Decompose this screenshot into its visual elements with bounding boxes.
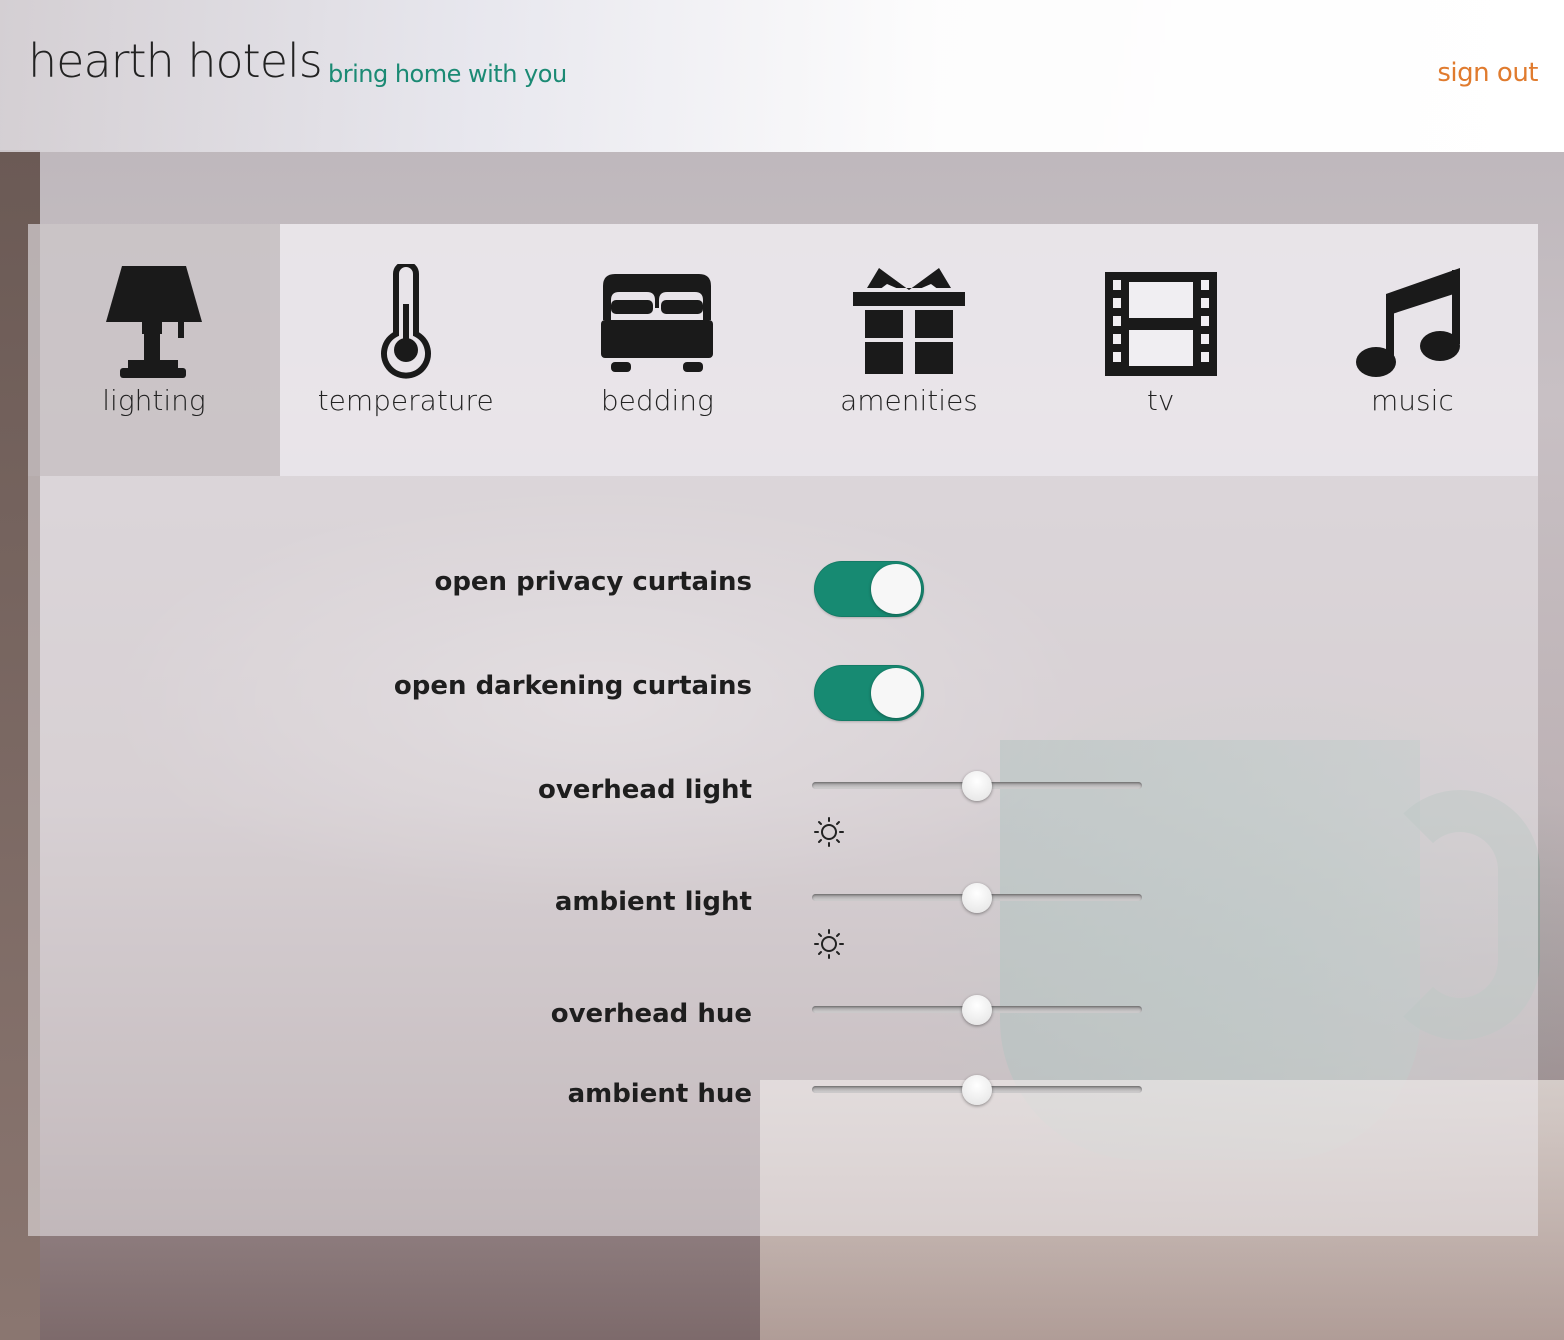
lamp-icon — [28, 264, 280, 382]
darkening-curtains-toggle[interactable] — [814, 665, 924, 721]
tab-label: music — [1370, 384, 1454, 417]
slider-thumb[interactable] — [962, 883, 992, 913]
tab-label: tv — [1146, 384, 1175, 417]
header: hearth hotels bring home with you sign o… — [0, 0, 1564, 152]
sun-icon — [814, 817, 844, 847]
bed-icon — [531, 264, 783, 382]
category-tabs: lighting temperature bedding amenities t… — [28, 224, 1539, 476]
overhead-light-slider[interactable] — [812, 771, 1142, 801]
tab-tv[interactable]: tv — [1034, 224, 1287, 476]
music-note-icon — [1286, 264, 1538, 382]
sun-icon — [814, 929, 844, 959]
tab-music[interactable]: music — [1286, 224, 1539, 476]
toggle-knob — [871, 564, 921, 614]
tab-label: amenities — [840, 384, 978, 417]
tab-label: bedding — [600, 384, 714, 417]
overhead-hue-slider[interactable] — [812, 995, 1142, 1025]
gift-icon — [783, 264, 1035, 382]
sign-out-link[interactable]: sign out — [1437, 58, 1538, 88]
darkening-curtains-label: open darkening curtains — [393, 671, 752, 701]
film-icon — [1035, 264, 1287, 382]
ambient-light-slider[interactable] — [812, 883, 1142, 913]
privacy-curtains-toggle[interactable] — [814, 561, 924, 617]
overhead-hue-label: overhead hue — [550, 999, 752, 1029]
brand-name: hearth hotels — [28, 34, 323, 88]
control-panel: lighting temperature bedding amenities t… — [28, 224, 1539, 1236]
toggle-knob — [871, 668, 921, 718]
brand-tagline: bring home with you — [328, 60, 567, 88]
tab-label: lighting — [102, 384, 206, 417]
tab-amenities[interactable]: amenities — [783, 224, 1035, 476]
tab-bedding[interactable]: bedding — [531, 224, 784, 476]
ambient-light-label: ambient light — [554, 887, 752, 917]
tab-temperature[interactable]: temperature — [279, 224, 532, 476]
tab-label: temperature — [317, 384, 494, 417]
slider-thumb[interactable] — [962, 995, 992, 1025]
tab-lighting[interactable]: lighting — [28, 224, 280, 476]
thermometer-icon — [280, 264, 532, 382]
ambient-hue-slider[interactable] — [812, 1075, 1142, 1105]
overhead-light-label: overhead light — [538, 775, 752, 805]
ambient-hue-label: ambient hue — [567, 1079, 752, 1109]
slider-thumb[interactable] — [962, 771, 992, 801]
privacy-curtains-label: open privacy curtains — [434, 567, 752, 597]
slider-thumb[interactable] — [962, 1075, 992, 1105]
